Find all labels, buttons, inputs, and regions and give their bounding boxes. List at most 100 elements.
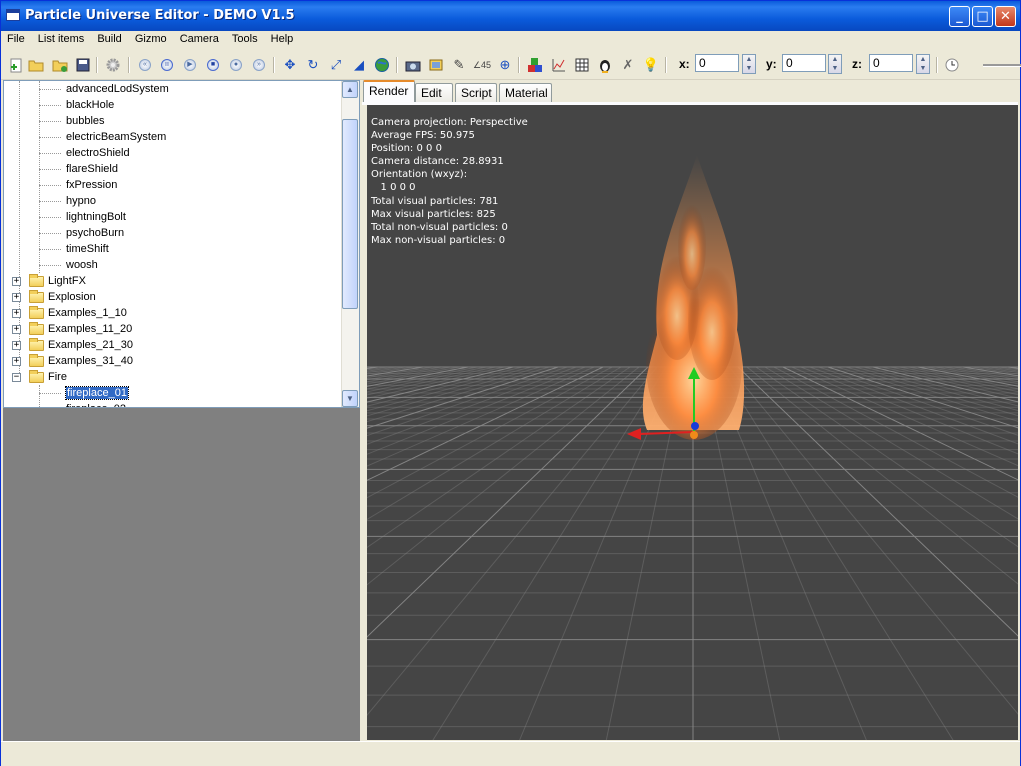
collapse-icon[interactable]: − (12, 373, 21, 382)
title-bar[interactable]: Particle Universe Editor - DEMO V1.5 _ □… (1, 1, 1020, 31)
y-spinner[interactable]: ▲ ▼ (828, 54, 842, 74)
tree-item[interactable]: lightningBolt (4, 209, 126, 225)
x-coordinate-input[interactable]: 0 (695, 54, 739, 72)
z-spinner[interactable]: ▲ ▼ (916, 54, 930, 74)
scale-gizmo-icon[interactable]: ⤢ (327, 56, 345, 74)
tree-item[interactable]: electricBeamSystem (4, 129, 166, 145)
stop-icon[interactable]: ■ (204, 56, 222, 74)
expand-icon[interactable]: + (12, 325, 21, 334)
tree-scrollbar[interactable]: ▲ ▼ (341, 81, 359, 407)
stat-camera-projection: Camera projection: Perspective (371, 117, 528, 128)
menu-tools[interactable]: Tools (226, 31, 262, 45)
graph-icon[interactable] (550, 56, 568, 74)
paint-icon[interactable]: ◢ (350, 56, 368, 74)
stat-average-fps: Average FPS: 50.975 (371, 130, 475, 142)
menu-list-items[interactable]: List items (32, 31, 88, 45)
view-tabs: Render Edit Script Material (362, 80, 1018, 103)
tree-item[interactable]: timeShift (4, 241, 109, 257)
open-folder-icon[interactable] (27, 56, 45, 74)
window-title: Particle Universe Editor - DEMO V1.5 (25, 8, 295, 23)
settings-gear-icon[interactable] (104, 56, 122, 74)
clock-icon[interactable] (943, 56, 961, 74)
orientation-icon[interactable]: ⊕ (496, 56, 514, 74)
stat-orientation-value: 1 0 0 0 (371, 182, 416, 194)
tree-item[interactable]: advancedLodSystem (4, 81, 169, 97)
z-label: z: (852, 57, 862, 71)
folder-open-icon (29, 370, 44, 383)
linux-penguin-icon[interactable] (596, 56, 614, 74)
snapshot-icon[interactable] (427, 56, 445, 74)
grid-icon[interactable] (573, 56, 591, 74)
expand-icon[interactable]: + (12, 277, 21, 286)
tree-folder-explosion[interactable]: + Explosion (4, 289, 344, 305)
tab-material[interactable]: Material (499, 83, 552, 102)
tree-item[interactable]: psychoBurn (4, 225, 124, 241)
selected-label: fireplace_01 (65, 386, 129, 400)
scroll-thumb[interactable] (342, 119, 358, 309)
lightbulb-icon[interactable]: 💡 (642, 56, 660, 74)
menu-file[interactable]: File (1, 31, 29, 45)
stat-total-nonvisual: Total non-visual particles: 0 (371, 221, 508, 233)
toolbar: « ıı ▶ ■ ● » ✥ ↻ ⤢ ◢ ✎ ∠45 ⊕ ✗ 💡 x: 0 ▲ ▼… (1, 51, 1021, 80)
menu-gizmo[interactable]: Gizmo (129, 31, 171, 45)
render-stats-overlay: Camera projection: Perspective Average F… (371, 116, 528, 247)
tree-item[interactable]: fireplace_02 (4, 401, 126, 407)
tree-item[interactable]: flareShield (4, 161, 118, 177)
move-gizmo-icon[interactable]: ✥ (281, 56, 299, 74)
x-label: x: (679, 57, 690, 71)
scroll-up-icon[interactable]: ▲ (342, 81, 358, 98)
tree-item[interactable]: woosh (4, 257, 98, 273)
expand-icon[interactable]: + (12, 357, 21, 366)
stat-max-nonvisual: Max non-visual particles: 0 (371, 234, 506, 246)
open-project-icon[interactable] (51, 56, 69, 74)
globe-icon[interactable] (373, 56, 391, 74)
tab-script[interactable]: Script (455, 83, 497, 102)
menu-camera[interactable]: Camera (174, 31, 223, 45)
menu-build[interactable]: Build (91, 31, 125, 45)
render-viewport[interactable]: Camera projection: Perspective Average F… (367, 105, 1018, 740)
tab-edit[interactable]: Edit (415, 83, 453, 102)
tree-folder-lightfx[interactable]: + LightFX (4, 273, 344, 289)
tree-item[interactable]: hypno (4, 193, 96, 209)
rotate-gizmo-icon[interactable]: ↻ (304, 56, 322, 74)
expand-icon[interactable]: + (12, 309, 21, 318)
x-spinner[interactable]: ▲ ▼ (742, 54, 756, 74)
save-icon[interactable] (74, 56, 92, 74)
stat-orientation-label: Orientation (wxyz): (371, 169, 468, 181)
tab-render[interactable]: Render (363, 80, 415, 103)
tree-folder-fire[interactable]: − Fire (4, 369, 344, 385)
tree-folder-examples-21-30[interactable]: + Examples_21_30 (4, 337, 344, 353)
fast-forward-icon[interactable]: » (250, 56, 268, 74)
pause-icon[interactable]: ıı (158, 56, 176, 74)
maximize-button[interactable]: □ (972, 6, 993, 27)
z-coordinate-input[interactable]: 0 (869, 54, 913, 72)
menu-help[interactable]: Help (265, 31, 298, 45)
folder-icon (29, 306, 44, 319)
tree-item[interactable]: bubbles (4, 113, 105, 129)
brush-icon[interactable]: ✎ (450, 56, 468, 74)
scroll-down-icon[interactable]: ▼ (342, 390, 358, 407)
tools-icon[interactable]: ✗ (619, 56, 637, 74)
tree-item-selected[interactable]: fireplace_01 (4, 385, 129, 401)
status-bar (1, 741, 1020, 766)
tree-folder-examples-1-10[interactable]: + Examples_1_10 (4, 305, 344, 321)
close-button[interactable]: ✕ (995, 6, 1016, 27)
tree-folder-examples-31-40[interactable]: + Examples_31_40 (4, 353, 344, 369)
tree-item[interactable]: electroShield (4, 145, 130, 161)
rewind-icon[interactable]: « (136, 56, 154, 74)
play-icon[interactable]: ▶ (181, 56, 199, 74)
tree-item[interactable]: fxPression (4, 177, 117, 193)
minimize-button[interactable]: _ (949, 6, 970, 27)
tree-item[interactable]: blackHole (4, 97, 114, 113)
expand-icon[interactable]: + (12, 293, 21, 302)
expand-icon[interactable]: + (12, 341, 21, 350)
time-slider[interactable] (983, 64, 1021, 67)
camera-icon[interactable] (404, 56, 422, 74)
record-icon[interactable]: ● (227, 56, 245, 74)
color-cubes-icon[interactable] (526, 56, 544, 74)
angle-icon[interactable]: ∠45 (473, 56, 491, 74)
app-window: Particle Universe Editor - DEMO V1.5 _ □… (0, 0, 1021, 766)
tree-folder-examples-11-20[interactable]: + Examples_11_20 (4, 321, 344, 337)
y-coordinate-input[interactable]: 0 (782, 54, 826, 72)
new-file-icon[interactable] (7, 56, 25, 74)
